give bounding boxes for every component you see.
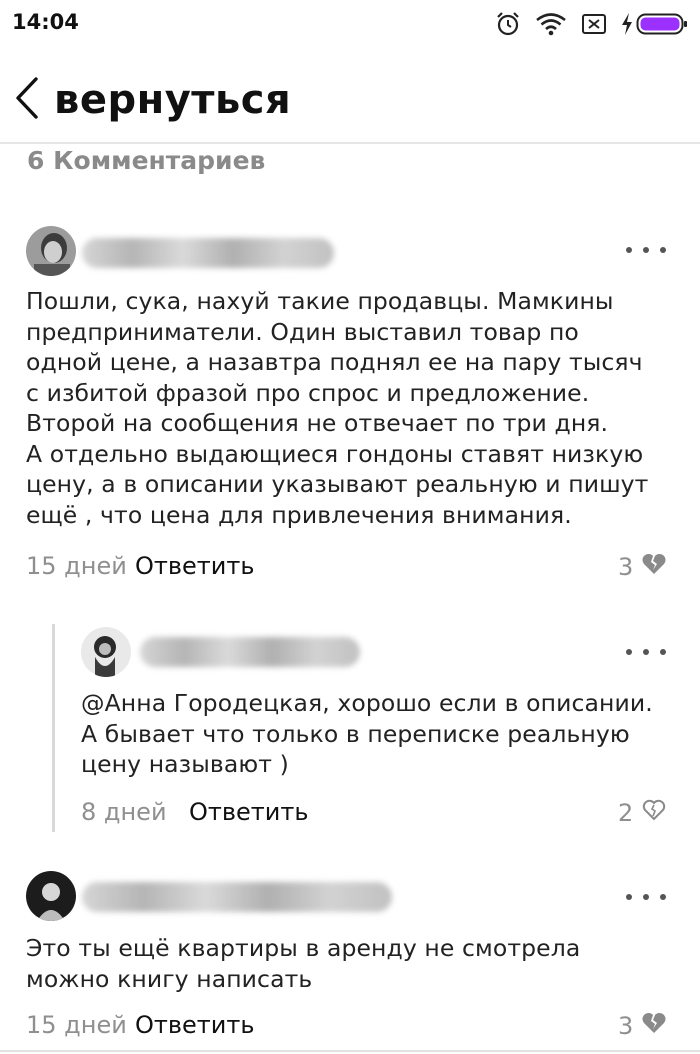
status-bar: 14:04 — [0, 0, 700, 48]
comment-text: Это ты ещё квартиры в аренду не смотрела… — [26, 934, 581, 993]
header: вернуться — [0, 60, 700, 144]
like-button[interactable]: 3 — [618, 1011, 667, 1041]
avatar[interactable] — [26, 871, 76, 921]
broken-heart-icon — [641, 1011, 667, 1041]
divider — [0, 1050, 700, 1052]
broken-heart-icon — [641, 552, 667, 582]
comment-text: Пошли, сука, нахуй такие продавцы. Мамки… — [26, 287, 649, 529]
reply-button[interactable]: Ответить — [135, 552, 254, 580]
avatar[interactable] — [81, 627, 131, 677]
wifi-icon — [535, 12, 567, 36]
like-button[interactable]: 3 — [618, 552, 667, 582]
reply-button[interactable]: Ответить — [189, 798, 308, 826]
comments-count: 6 Комментариев — [27, 146, 266, 175]
back-label: вернуться — [54, 77, 292, 123]
more-options-button[interactable] — [626, 640, 666, 664]
author-name-blurred — [82, 882, 392, 912]
comment-time: 15 дней — [26, 552, 127, 580]
reply-button[interactable]: Ответить — [135, 1011, 254, 1039]
avatar[interactable] — [26, 226, 76, 276]
author-name-blurred — [82, 238, 334, 268]
battery-icon — [636, 12, 688, 36]
comment-text: @Анна Городецкая, хорошо если в описании… — [81, 689, 653, 778]
no-sim-icon — [581, 12, 607, 36]
like-button[interactable]: 2 — [618, 798, 667, 828]
status-icons — [495, 9, 688, 39]
like-count: 2 — [618, 799, 634, 827]
like-count: 3 — [618, 1012, 634, 1040]
like-count: 3 — [618, 553, 634, 581]
alarm-icon — [495, 11, 521, 37]
more-options-button[interactable] — [626, 885, 666, 909]
chevron-left-icon — [14, 76, 40, 124]
reply-thread-line — [52, 624, 55, 832]
author-name-blurred — [140, 637, 360, 667]
comment-time: 15 дней — [26, 1011, 127, 1039]
back-button[interactable]: вернуться — [14, 70, 291, 130]
battery-group — [621, 12, 688, 36]
comment-time: 8 дней — [81, 798, 167, 826]
heart-outline-icon — [641, 798, 667, 828]
charging-icon — [621, 13, 633, 35]
more-options-button[interactable] — [626, 238, 666, 262]
status-time: 14:04 — [12, 10, 79, 34]
